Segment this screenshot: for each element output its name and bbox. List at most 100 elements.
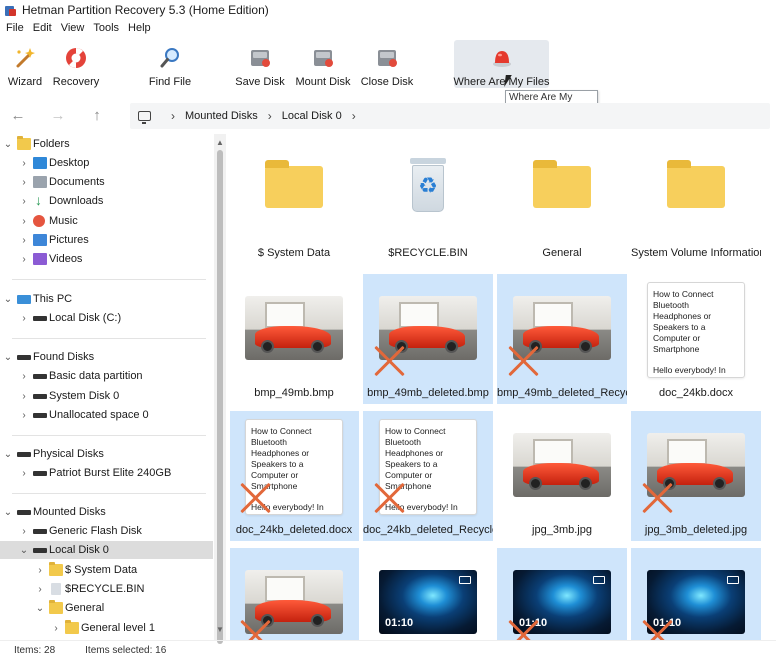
image-thumbnail <box>245 296 343 360</box>
file-item[interactable]: 01:10 <box>497 548 627 640</box>
chevron-right-icon[interactable]: › <box>18 235 30 246</box>
tree-item-recycle-bin[interactable]: › $RECYCLE.BIN <box>34 580 144 598</box>
tree-item-downloads[interactable]: › Downloads <box>18 192 103 210</box>
file-name: bmp_49mb_deleted.bmp <box>367 387 489 399</box>
document-thumbnail: How to Connect Bluetooth Headphones or S… <box>647 282 745 378</box>
back-arrow-icon[interactable]: ← <box>10 108 26 124</box>
breadcrumb-item[interactable]: Mounted Disks <box>185 110 258 122</box>
tree-item-basic-data-partition[interactable]: › Basic data partition <box>18 367 142 385</box>
chevron-down-icon[interactable]: ⌄ <box>2 449 14 460</box>
tree-item-music[interactable]: › Music <box>18 212 78 230</box>
disk-mount-icon <box>314 50 333 67</box>
wizard-button[interactable]: Wizard <box>4 40 46 88</box>
mount-disk-button[interactable]: Mount Disk <box>295 40 351 88</box>
chevron-right-icon[interactable]: › <box>18 371 30 382</box>
video-preview: 01:10 <box>379 570 477 634</box>
close-disk-button[interactable]: Close Disk <box>361 40 413 88</box>
computer-icon[interactable] <box>138 111 151 124</box>
chevron-right-icon[interactable]: › <box>18 177 30 188</box>
forward-arrow-icon[interactable]: → <box>50 108 66 124</box>
chevron-right-icon[interactable]: › <box>18 216 30 227</box>
file-item[interactable]: 01:10 <box>631 548 761 640</box>
drive-icon <box>17 510 31 515</box>
menu-help[interactable]: Help <box>124 22 155 34</box>
tree-item-system-data[interactable]: › $ System Data <box>34 561 137 579</box>
save-disk-button[interactable]: Save Disk <box>235 40 285 88</box>
tree-item-desktop[interactable]: › Desktop <box>18 154 89 172</box>
file-item[interactable]: bmp_49mb_deleted.bmp <box>363 274 493 404</box>
tree-this-pc[interactable]: ⌄ This PC <box>2 290 72 308</box>
disk-close-icon <box>378 50 397 67</box>
file-item[interactable]: 01:10 <box>363 548 493 640</box>
scroll-down-icon[interactable]: ▼ <box>216 625 224 634</box>
chevron-down-icon[interactable]: ⌄ <box>18 545 30 556</box>
navigation-bar: ← → ↑ › Mounted Disks › Local Disk 0 › <box>0 100 776 132</box>
tree-item-generic-flash-disk[interactable]: › Generic Flash Disk <box>18 522 142 540</box>
file-name: doc_24kb_deleted_Recycle.... <box>363 524 493 536</box>
tree-found-disks[interactable]: ⌄ Found Disks <box>2 348 94 366</box>
where-are-my-files-button[interactable]: Where Are My Files <box>454 40 549 88</box>
chevron-down-icon[interactable]: ⌄ <box>2 139 14 150</box>
file-item[interactable]: System Volume Information <box>631 134 761 264</box>
recovery-button[interactable]: Recovery <box>53 40 99 88</box>
file-item[interactable]: How to Connect Bluetooth Headphones or S… <box>631 274 761 404</box>
items-count: Items: 28 <box>14 645 56 656</box>
tree-item-local-disk-c[interactable]: › Local Disk (C:) <box>18 309 121 327</box>
scrollbar-thumb[interactable] <box>217 150 223 644</box>
menu-view[interactable]: View <box>57 22 89 34</box>
chevron-right-icon[interactable]: › <box>18 158 30 169</box>
up-arrow-icon[interactable]: ↑ <box>89 108 105 124</box>
file-name: jpg_3mb.jpg <box>532 524 592 536</box>
file-item[interactable]: $ System Data <box>230 134 359 264</box>
chevron-right-icon[interactable]: › <box>18 410 30 421</box>
tree-label: Found Disks <box>33 351 95 363</box>
tree-item-pictures[interactable]: › Pictures <box>18 231 89 249</box>
chevron-right-icon[interactable]: › <box>34 565 46 576</box>
tree-physical-disks[interactable]: ⌄ Physical Disks <box>2 445 104 463</box>
tree-item-local-disk-0[interactable]: ⌄ Local Disk 0 <box>0 541 213 559</box>
tree-mounted-disks[interactable]: ⌄ Mounted Disks <box>2 503 106 521</box>
menu-file[interactable]: File <box>2 22 28 34</box>
tree-item-patriot-burst[interactable]: › Patriot Burst Elite 240GB <box>18 464 171 482</box>
file-item[interactable]: jpg_3mb.jpg <box>497 411 627 541</box>
file-item[interactable]: How to Connect Bluetooth Headphones or S… <box>363 411 493 541</box>
tree-folders[interactable]: ⌄ Folders <box>2 135 70 153</box>
deleted-mark-icon <box>641 618 675 640</box>
tree-item-videos[interactable]: › Videos <box>18 250 82 268</box>
menu-edit[interactable]: Edit <box>29 22 56 34</box>
file-item[interactable]: jpg_3mb_deleted.jpg <box>631 411 761 541</box>
tree-item-general-level-1[interactable]: › General level 1 <box>50 619 155 637</box>
chevron-down-icon[interactable]: ⌄ <box>2 352 14 363</box>
video-camera-icon <box>593 576 605 584</box>
breadcrumb-item[interactable]: Local Disk 0 <box>282 110 342 122</box>
divider <box>12 493 206 494</box>
file-item[interactable]: ♻ $RECYCLE.BIN <box>363 134 493 264</box>
chevron-right-icon[interactable]: › <box>18 468 30 479</box>
tree-item-system-disk-0[interactable]: › System Disk 0 <box>18 387 119 405</box>
file-item[interactable]: bmp_49mb.bmp <box>230 274 359 404</box>
chevron-right-icon[interactable]: › <box>50 623 62 634</box>
file-item[interactable]: General <box>497 134 627 264</box>
breadcrumb[interactable]: › Mounted Disks › Local Disk 0 › <box>130 103 770 129</box>
tree-item-general[interactable]: ⌄ General <box>34 599 104 617</box>
menu-tools[interactable]: Tools <box>89 22 123 34</box>
chevron-right-icon[interactable]: › <box>18 196 30 207</box>
tree-item-unallocated-space-0[interactable]: › Unallocated space 0 <box>18 406 148 424</box>
car-photo-thumbnail <box>245 296 343 360</box>
find-file-button[interactable]: Find File <box>147 40 193 88</box>
chevron-right-icon[interactable]: › <box>34 584 46 595</box>
file-item[interactable]: How to Connect Bluetooth Headphones or S… <box>230 411 359 541</box>
tree-scrollbar[interactable]: ▲ ▼ <box>214 134 226 644</box>
tree-item-documents[interactable]: › Documents <box>18 173 105 191</box>
chevron-down-icon[interactable]: ⌄ <box>2 294 14 305</box>
chevron-right-icon[interactable]: › <box>18 526 30 537</box>
chevron-right-icon[interactable]: › <box>18 313 30 324</box>
scroll-up-icon[interactable]: ▲ <box>216 138 224 147</box>
alarm-button-icon <box>492 51 511 67</box>
chevron-right-icon[interactable]: › <box>18 391 30 402</box>
chevron-down-icon[interactable]: ⌄ <box>34 603 46 614</box>
file-item[interactable] <box>230 548 359 640</box>
chevron-down-icon[interactable]: ⌄ <box>2 507 14 518</box>
chevron-right-icon[interactable]: › <box>18 254 30 265</box>
file-item[interactable]: bmp_49mb_deleted_Recycl... <box>497 274 627 404</box>
